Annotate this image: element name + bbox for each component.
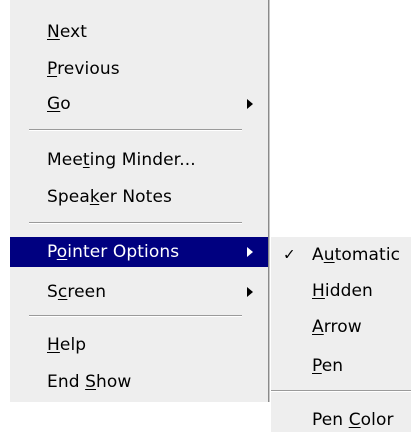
pointer-options-submenu: ✓ Automatic Hidden Arrow Pen Pen Color	[270, 237, 411, 432]
screen: Next Previous Go Meeting Minder... Speak…	[0, 0, 411, 432]
menu-item-next-label: Next	[47, 22, 88, 42]
menu-item-end-show-label: End Show	[47, 372, 132, 392]
submenu-item-hidden[interactable]: Hidden	[271, 276, 411, 306]
menu-item-speaker-notes[interactable]: Speaker Notes	[10, 182, 268, 212]
submenu-item-pen[interactable]: Pen	[271, 351, 411, 381]
menu-separator	[29, 129, 242, 131]
submenu-item-hidden-label: Hidden	[312, 281, 373, 301]
menu-item-previous[interactable]: Previous	[10, 54, 268, 84]
menu-item-help[interactable]: Help	[10, 330, 268, 360]
menu-item-previous-label: Previous	[47, 59, 120, 79]
menu-item-meeting-minder-label: Meeting Minder...	[47, 150, 196, 170]
menu-item-screen[interactable]: Screen	[10, 277, 268, 307]
submenu-arrow-icon	[247, 247, 253, 257]
submenu-item-automatic[interactable]: ✓ Automatic	[271, 240, 411, 270]
submenu-item-pen-color[interactable]: Pen Color	[271, 405, 411, 432]
slide-show-context-menu: Next Previous Go Meeting Minder... Speak…	[10, 0, 269, 402]
menu-item-speaker-notes-label: Speaker Notes	[47, 187, 172, 207]
menu-item-pointer-options[interactable]: Pointer Options	[10, 237, 268, 267]
menu-separator	[29, 315, 242, 317]
menu-item-next[interactable]: Next	[10, 17, 268, 47]
submenu-item-pen-label: Pen	[312, 356, 344, 376]
submenu-arrow-icon	[247, 99, 253, 109]
menu-separator	[271, 390, 411, 392]
menu-item-meeting-minder[interactable]: Meeting Minder...	[10, 145, 268, 175]
submenu-arrow-icon	[247, 287, 253, 297]
menu-item-end-show[interactable]: End Show	[10, 367, 268, 397]
menu-item-help-label: Help	[47, 335, 87, 355]
submenu-item-arrow-label: Arrow	[312, 317, 362, 337]
menu-item-pointer-options-label: Pointer Options	[47, 242, 180, 262]
submenu-item-automatic-label: Automatic	[312, 245, 401, 265]
submenu-item-arrow[interactable]: Arrow	[271, 312, 411, 342]
checkmark-icon: ✓	[283, 245, 296, 264]
menu-item-screen-label: Screen	[47, 282, 107, 302]
menu-separator	[29, 222, 242, 224]
menu-item-go-label: Go	[47, 94, 71, 114]
menu-item-go[interactable]: Go	[10, 89, 268, 119]
submenu-item-pen-color-label: Pen Color	[312, 410, 394, 430]
